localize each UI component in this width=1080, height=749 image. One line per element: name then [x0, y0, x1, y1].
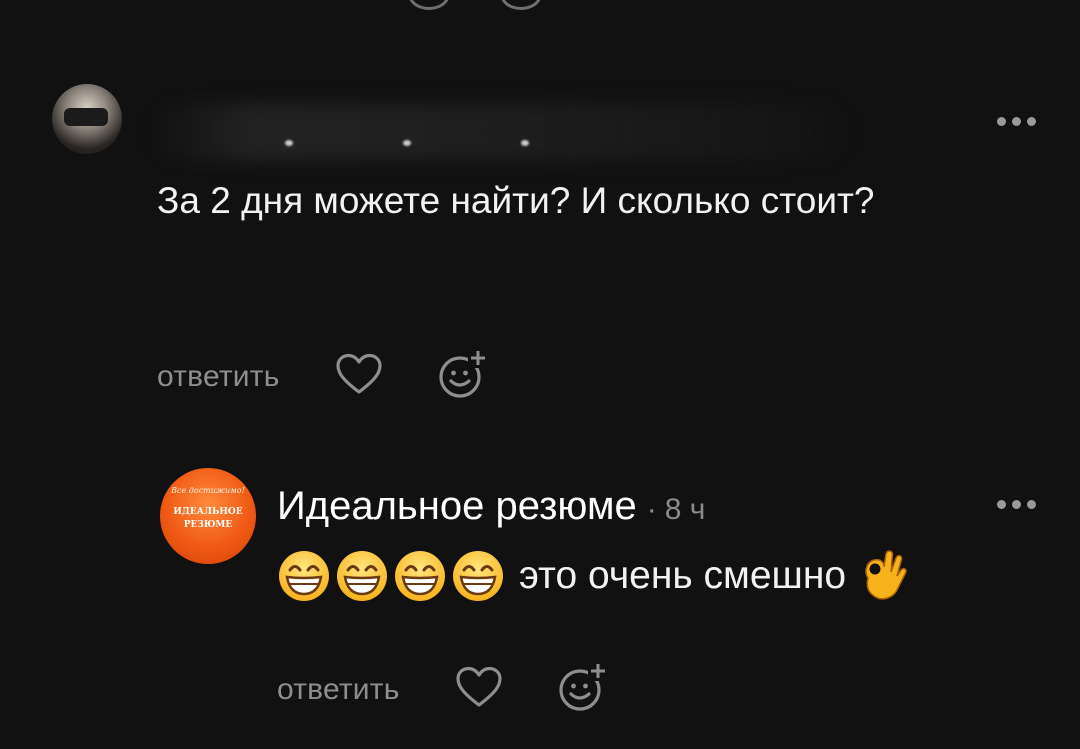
avatar-visor: [64, 108, 108, 126]
reply-button[interactable]: ответить: [157, 360, 280, 394]
more-dots-icon: [997, 117, 1006, 126]
more-dots-icon: [1027, 500, 1036, 509]
comments-screen: За 2 дня можете найти? И сколько стоит? …: [0, 0, 1080, 749]
more-dots-icon: [1012, 500, 1021, 509]
more-dots-icon: [1027, 117, 1036, 126]
meta-separator: ·: [646, 493, 657, 526]
comment-actions: ответить: [157, 348, 490, 405]
avatar-script-text: Все достижимо!: [171, 486, 245, 495]
avatar[interactable]: Все достижимо! ИДЕАЛЬНОЕ РЕЗЮМЕ: [160, 468, 256, 564]
more-dots-icon: [997, 500, 1006, 509]
blur-dot: [285, 140, 293, 146]
avatar-brand-text: ИДЕАЛЬНОЕ РЕЗЮМЕ: [160, 506, 256, 532]
reply-button[interactable]: ответить: [277, 673, 400, 707]
grinning-face-icon: [453, 551, 503, 601]
heart-icon[interactable]: [335, 353, 383, 400]
comment-actions: ответить: [277, 661, 610, 718]
avatar-brand-line: ИДЕАЛЬНОЕ: [173, 507, 243, 517]
blurred-author-name-artifacts: [285, 140, 529, 146]
author-name[interactable]: Идеальное резюме: [277, 484, 637, 529]
grinning-face-icon: [395, 551, 445, 601]
timestamp: 8 ч: [664, 493, 706, 526]
more-dots-icon: [1012, 117, 1021, 126]
grinning-face-icon: [337, 551, 387, 601]
comment-text-body: это очень смешно: [519, 554, 847, 597]
emoji-react-icon[interactable]: [558, 661, 610, 718]
emoji-react-icon[interactable]: [500, 0, 542, 10]
ok-hand-icon: [865, 550, 907, 600]
heart-icon[interactable]: [455, 666, 503, 713]
more-options-button[interactable]: [997, 500, 1036, 509]
avatar-brand-line: РЕЗЮМЕ: [183, 520, 233, 530]
avatar[interactable]: [52, 84, 122, 154]
blurred-author-name: [150, 104, 850, 160]
more-options-button[interactable]: [997, 117, 1036, 126]
comment-text: это очень смешно: [277, 548, 908, 604]
comment-header: Идеальное резюме · 8 ч: [277, 484, 705, 529]
heart-icon[interactable]: [408, 0, 450, 10]
emoji-react-icon[interactable]: [438, 348, 490, 405]
previous-comment-actions: [408, 0, 542, 10]
comment-text: За 2 дня можете найти? И сколько стоит?: [157, 180, 875, 221]
grinning-face-icon: [279, 551, 329, 601]
blur-dot: [521, 140, 529, 146]
blur-dot: [403, 140, 411, 146]
